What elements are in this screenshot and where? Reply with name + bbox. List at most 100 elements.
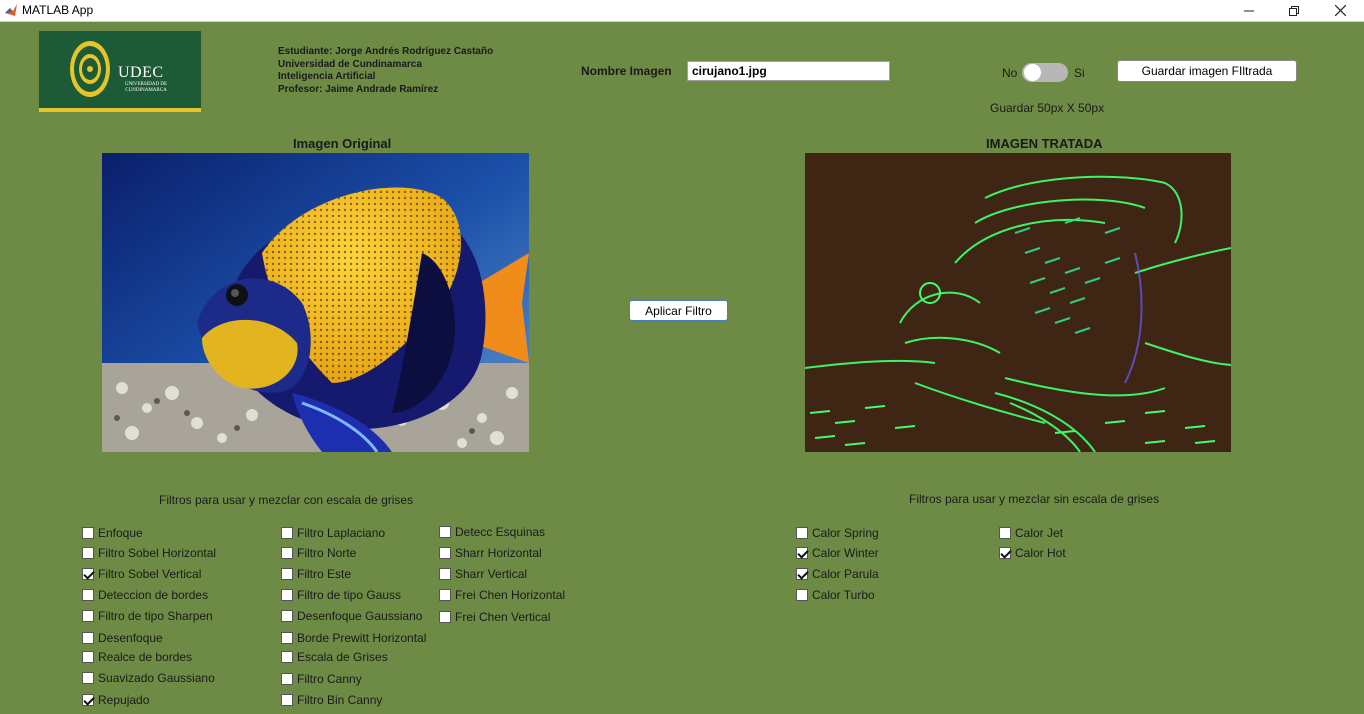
guardar-size-label: Guardar 50px X 50px <box>990 101 1105 115</box>
nombre-imagen-label: Nombre Imagen <box>581 64 672 78</box>
filter-label: Calor Jet <box>1015 526 1064 540</box>
filter-checkbox-desenfoque-gaussiano[interactable]: Desenfoque Gaussiano <box>281 609 422 623</box>
checkbox-box[interactable] <box>999 527 1011 539</box>
filter-checkbox-este[interactable]: Filtro Este <box>281 567 351 581</box>
filter-checkbox-frei-chen-vertical[interactable]: Frei Chen Vertical <box>439 610 550 624</box>
filter-checkbox-desenfoque[interactable]: Desenfoque <box>82 631 163 645</box>
filter-checkbox-sharpen[interactable]: Filtro de tipo Sharpen <box>82 609 213 623</box>
close-icon <box>1334 5 1346 16</box>
minimize-icon <box>1244 10 1254 11</box>
filter-checkbox-calor-jet[interactable]: Calor Jet <box>999 526 1063 540</box>
filter-label: Detecc Esquinas <box>455 525 546 539</box>
filter-checkbox-prewitt-horizontal[interactable]: Borde Prewitt Horizontal <box>281 631 426 645</box>
checkbox-box[interactable] <box>82 651 94 663</box>
checkbox-box[interactable] <box>281 651 293 663</box>
filter-label: Filtro Laplaciano <box>297 526 386 540</box>
checkbox-box[interactable] <box>281 694 293 706</box>
filter-checkbox-calor-hot[interactable]: Calor Hot <box>999 546 1066 560</box>
filter-label: Desenfoque <box>98 631 163 645</box>
filter-checkbox-calor-winter[interactable]: Calor Winter <box>796 546 879 560</box>
checkbox-box[interactable] <box>439 589 451 601</box>
info-line: Inteligencia Artificial <box>278 71 376 82</box>
checkbox-box[interactable] <box>796 547 808 559</box>
filter-label: Calor Parula <box>812 567 879 581</box>
filter-label: Calor Winter <box>812 546 879 560</box>
filter-label: Filtro Este <box>297 567 352 581</box>
filter-label: Filtro Canny <box>297 672 362 686</box>
filter-checkbox-sharr-vertical[interactable]: Sharr Vertical <box>439 567 527 581</box>
checkbox-box[interactable] <box>82 589 94 601</box>
checkbox-box[interactable] <box>281 547 293 559</box>
checkbox-box[interactable] <box>796 527 808 539</box>
checkbox-box[interactable] <box>796 589 808 601</box>
restore-button[interactable] <box>1271 0 1317 21</box>
checkbox-box[interactable] <box>82 672 94 684</box>
window-titlebar: MATLAB App <box>0 0 1364 22</box>
filter-checkbox-enfoque[interactable]: Enfoque <box>82 526 143 540</box>
toggle-knob[interactable] <box>1024 64 1041 81</box>
header-info: Estudiante: Jorge Andrés Rodríguez Casta… <box>278 46 493 96</box>
checkbox-box[interactable] <box>439 526 451 538</box>
filter-label: Realce de bordes <box>98 650 193 664</box>
filter-label: Repujado <box>98 693 150 707</box>
filter-label: Filtro Norte <box>297 546 357 560</box>
filter-label: Sharr Vertical <box>455 567 528 581</box>
checkbox-box[interactable] <box>999 547 1011 559</box>
filter-checkbox-sobel-vertical[interactable]: Filtro Sobel Vertical <box>82 567 201 581</box>
filter-checkbox-deteccion-bordes[interactable]: Deteccion de bordes <box>82 588 208 602</box>
checkbox-box[interactable] <box>439 611 451 623</box>
close-button[interactable] <box>1317 0 1363 21</box>
filter-label: Filtro de tipo Sharpen <box>98 609 213 623</box>
filter-checkbox-bin-canny[interactable]: Filtro Bin Canny <box>281 693 382 707</box>
filter-checkbox-calor-spring[interactable]: Calor Spring <box>796 526 879 540</box>
filter-label: Filtro de tipo Gauss <box>297 588 402 602</box>
checkbox-box[interactable] <box>82 547 94 559</box>
checkbox-box[interactable] <box>439 547 451 559</box>
aplicar-filtro-button[interactable]: Aplicar Filtro <box>629 300 728 321</box>
grey-filters-title: Filtros para usar y mezclar con escala d… <box>159 493 414 507</box>
filter-checkbox-calor-turbo[interactable]: Calor Turbo <box>796 588 875 602</box>
filter-label: Calor Hot <box>1015 546 1066 560</box>
checkbox-box[interactable] <box>796 568 808 580</box>
filter-checkbox-laplaciano[interactable]: Filtro Laplaciano <box>281 526 385 540</box>
matlab-icon <box>5 4 17 16</box>
filter-checkbox-frei-chen-horizontal[interactable]: Frei Chen Horizontal <box>439 588 565 602</box>
filter-checkbox-sobel-horizontal[interactable]: Filtro Sobel Horizontal <box>82 546 216 560</box>
toggle-on-label: Si <box>1074 66 1085 80</box>
filter-checkbox-escala-grises[interactable]: Escala de Grises <box>281 650 388 664</box>
checkbox-box[interactable] <box>281 527 293 539</box>
filter-checkbox-sharr-horizontal[interactable]: Sharr Horizontal <box>439 546 542 560</box>
filter-label: Suavizado Gaussiano <box>98 671 215 685</box>
logo-text: UDEC <box>118 64 164 81</box>
checkbox-box[interactable] <box>281 610 293 622</box>
filter-checkbox-suavizado-gaussiano[interactable]: Suavizado Gaussiano <box>82 671 215 685</box>
filter-checkbox-calor-parula[interactable]: Calor Parula <box>796 567 879 581</box>
checkbox-box[interactable] <box>82 527 94 539</box>
original-image-title: Imagen Original <box>293 136 392 151</box>
guardar-imagen-button[interactable]: Guardar imagen FIltrada <box>1117 60 1297 82</box>
save-size-toggle[interactable] <box>1022 63 1068 82</box>
checkbox-box[interactable] <box>281 589 293 601</box>
filter-checkbox-norte[interactable]: Filtro Norte <box>281 546 356 560</box>
info-line: Profesor: Jaime Andrade Ramírez <box>278 83 439 95</box>
filter-checkbox-detecc-esquinas[interactable]: Detecc Esquinas <box>439 525 545 539</box>
filter-label: Enfoque <box>98 526 143 540</box>
checkbox-box[interactable] <box>281 632 293 644</box>
filter-label: Frei Chen Horizontal <box>455 588 566 602</box>
filter-checkbox-realce-bordes[interactable]: Realce de bordes <box>82 650 192 664</box>
filter-checkbox-gauss[interactable]: Filtro de tipo Gauss <box>281 588 401 602</box>
filter-label: Desenfoque Gaussiano <box>297 609 423 623</box>
filter-checkbox-canny[interactable]: Filtro Canny <box>281 672 362 686</box>
checkbox-box[interactable] <box>439 568 451 580</box>
toggle-off-label: No <box>1002 66 1018 80</box>
checkbox-box[interactable] <box>82 632 94 644</box>
checkbox-box[interactable] <box>281 673 293 685</box>
nombre-imagen-input[interactable] <box>687 61 890 81</box>
checkbox-box[interactable] <box>82 568 94 580</box>
checkbox-box[interactable] <box>82 610 94 622</box>
minimize-button[interactable] <box>1226 0 1272 21</box>
checkbox-box[interactable] <box>82 694 94 706</box>
checkbox-box[interactable] <box>281 568 293 580</box>
restore-icon <box>1289 5 1299 16</box>
filter-checkbox-repujado[interactable]: Repujado <box>82 693 149 707</box>
